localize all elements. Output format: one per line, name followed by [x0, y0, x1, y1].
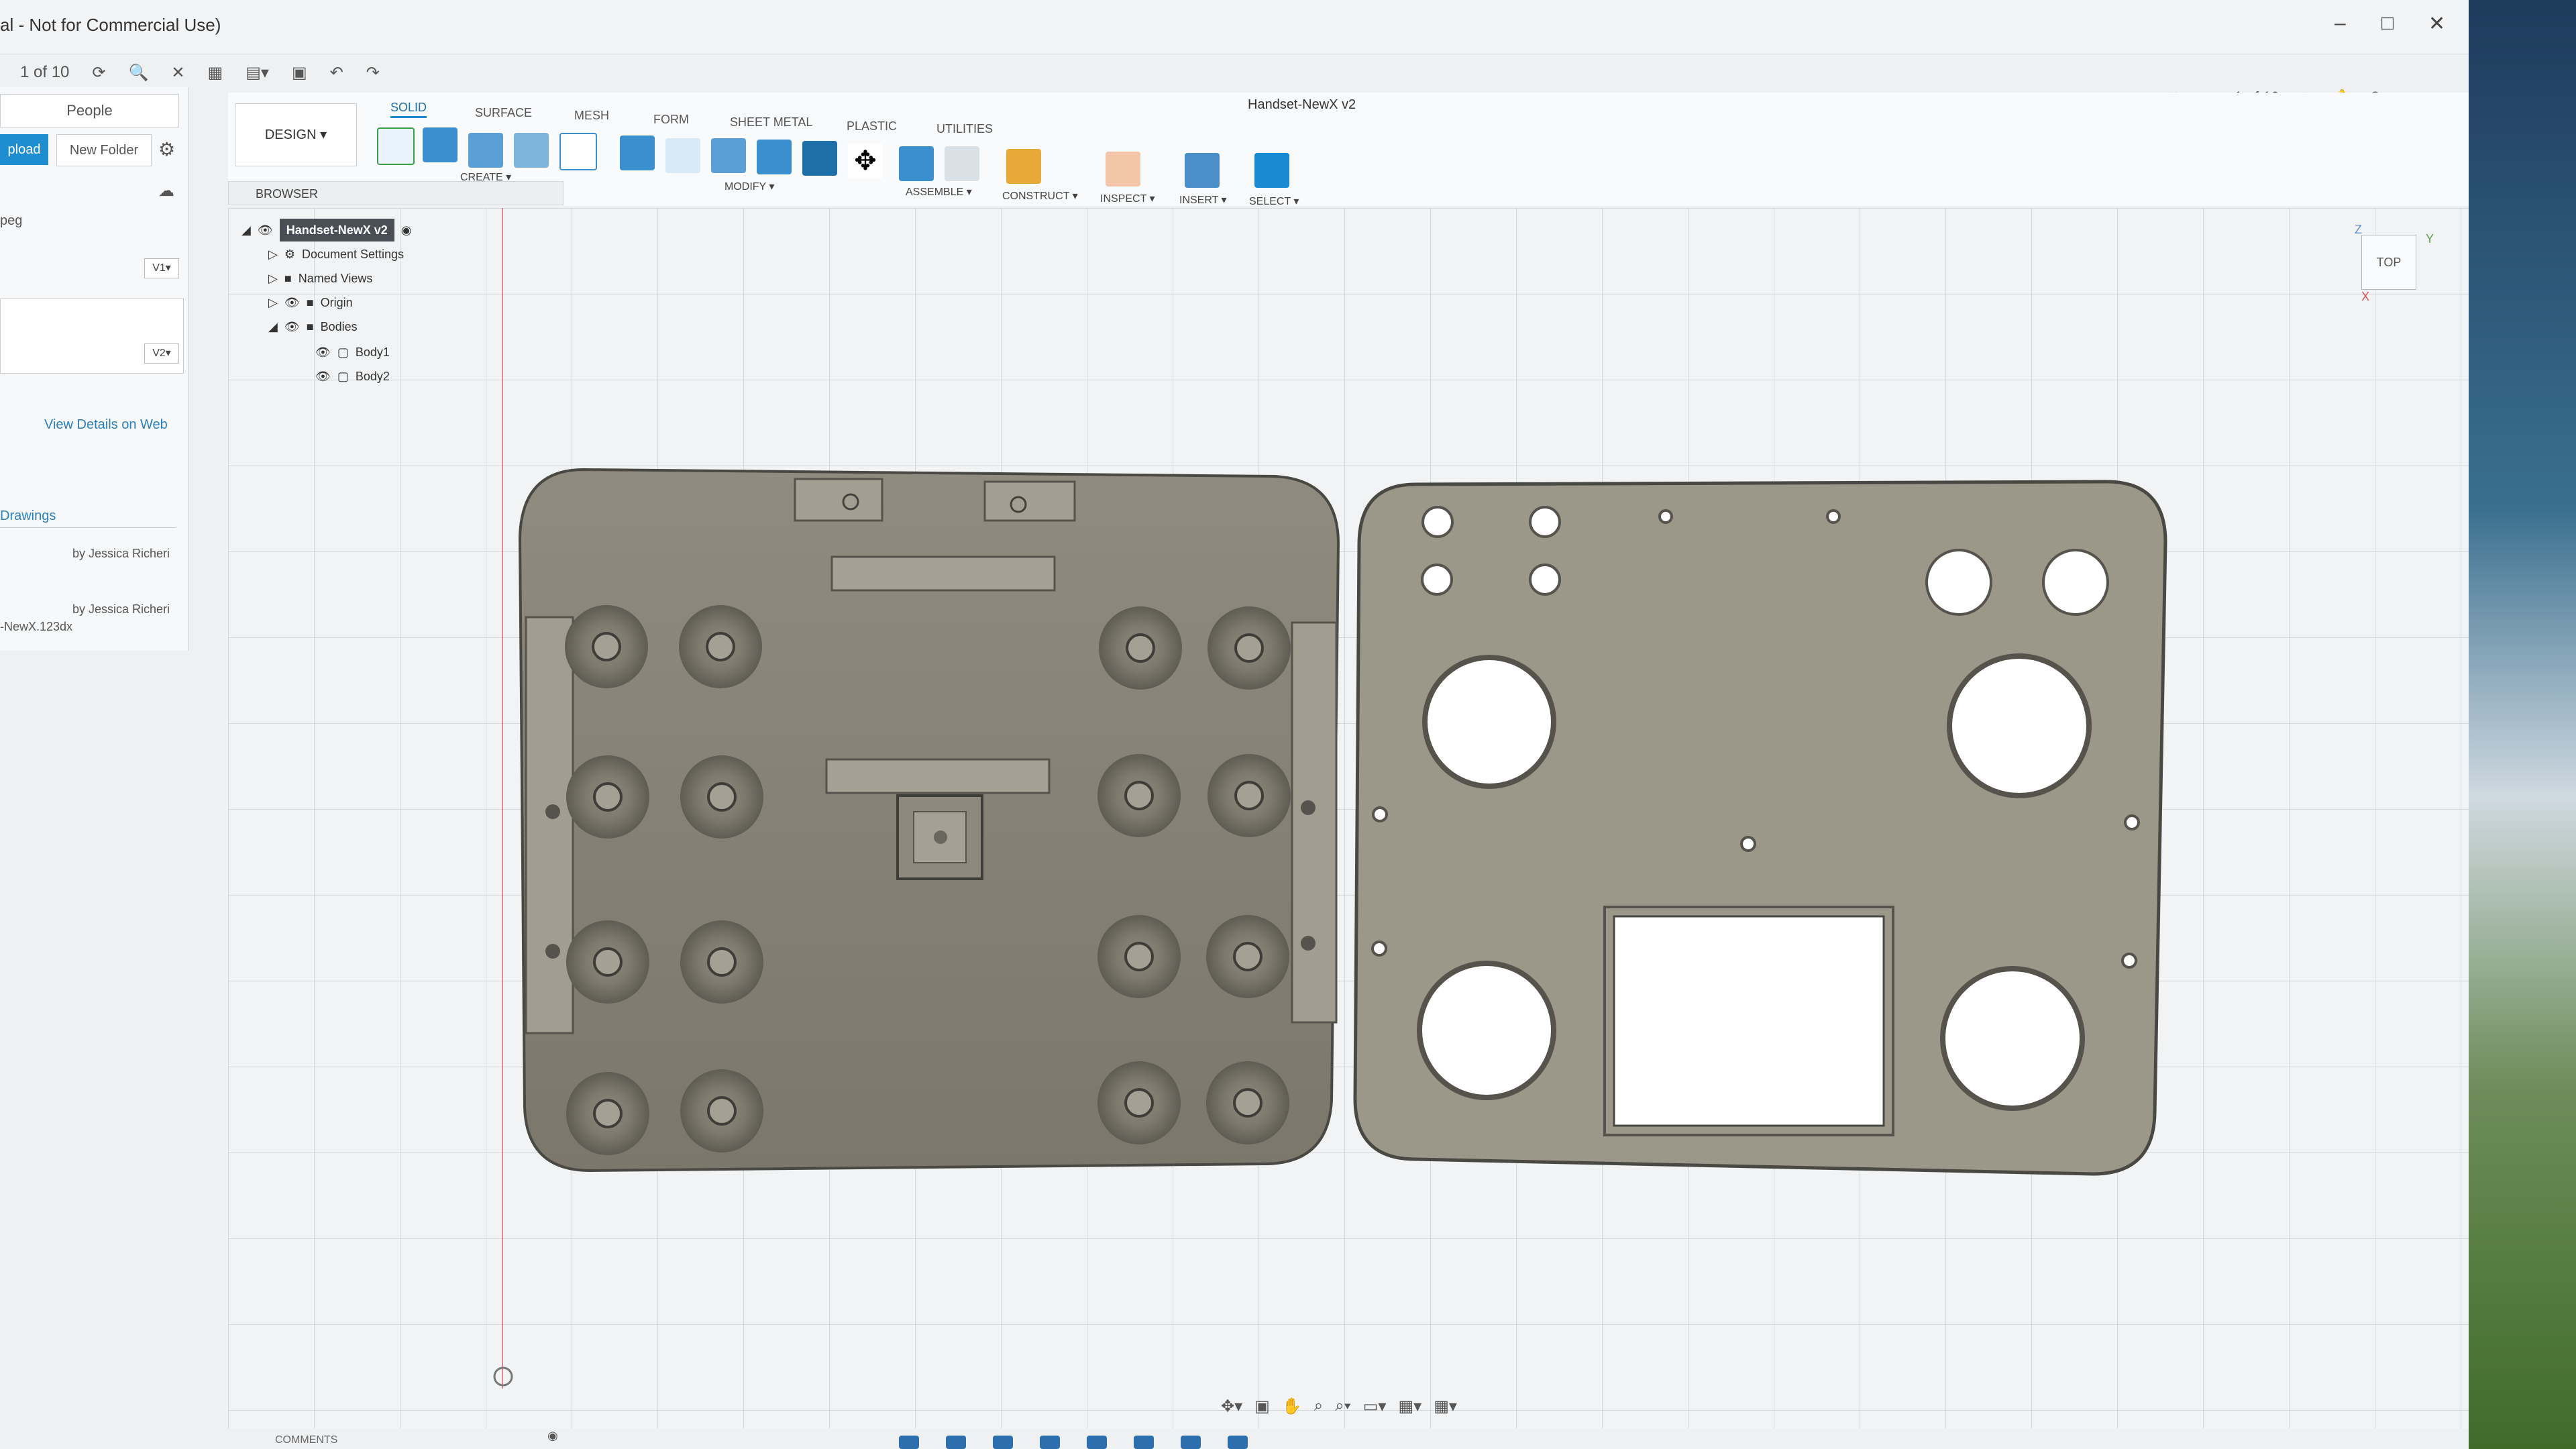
body1-upper-rib[interactable] — [830, 555, 1056, 592]
body1-side-rail-left[interactable] — [525, 616, 574, 1034]
taskbar-app3-icon[interactable] — [1228, 1436, 1248, 1449]
navigation-bar: ✥▾ ▣ ✋ ⌕ ⌕▾ ▭▾ ▦▾ ▦▾ — [1221, 1397, 1457, 1416]
body1-side-rail-right[interactable] — [1291, 621, 1338, 1024]
orbit-icon[interactable]: ✥▾ — [1221, 1397, 1242, 1416]
display-settings-icon[interactable]: ▭▾ — [1363, 1397, 1387, 1416]
taskbar-browser-icon[interactable] — [1087, 1436, 1107, 1449]
body2-model[interactable] — [1353, 480, 2167, 1176]
viewcube-axis-x: X — [2361, 290, 2370, 303]
taskbar — [899, 1436, 1436, 1449]
look-at-icon[interactable]: ▣ — [1254, 1397, 1270, 1416]
zoom-icon[interactable]: ⌕ — [1314, 1397, 1323, 1416]
viewports-icon[interactable]: ▦▾ — [1434, 1397, 1457, 1416]
body1-center-rib[interactable] — [825, 758, 1051, 794]
body2-display-cutout[interactable] — [1613, 915, 1885, 1127]
viewcube-face-top[interactable]: TOP — [2377, 256, 2402, 269]
body1-tab-left[interactable] — [794, 478, 883, 522]
taskbar-taskview-icon[interactable] — [993, 1436, 1013, 1449]
taskbar-search-icon[interactable] — [946, 1436, 966, 1449]
fit-icon[interactable]: ⌕▾ — [1335, 1397, 1351, 1416]
viewcube-axis-z: Z — [2355, 223, 2362, 236]
origin-marker — [493, 1366, 513, 1387]
monitor-screen: al - Not for Commercial Use) – □ ✕ 1 of … — [0, 0, 2469, 1449]
taskbar-folder-icon[interactable] — [1134, 1436, 1154, 1449]
desktop-wallpaper — [2469, 0, 2576, 1449]
grid-settings-icon[interactable]: ▦▾ — [1398, 1397, 1421, 1416]
viewcube[interactable]: TOP — [2361, 235, 2416, 290]
taskbar-app2-icon[interactable] — [1181, 1436, 1201, 1449]
body1-tab-right[interactable] — [983, 480, 1076, 522]
comments-toggle-icon[interactable]: ◉ — [547, 1429, 558, 1443]
model-viewport[interactable] — [0, 0, 2469, 1449]
body1-model[interactable] — [518, 468, 1340, 1173]
viewcube-axis-y: Y — [2426, 232, 2434, 246]
taskbar-windows-icon[interactable] — [899, 1436, 919, 1449]
comments-label[interactable]: COMMENTS — [275, 1434, 337, 1446]
taskbar-app-icon[interactable] — [1040, 1436, 1060, 1449]
pan-icon[interactable]: ✋ — [1282, 1397, 1302, 1416]
